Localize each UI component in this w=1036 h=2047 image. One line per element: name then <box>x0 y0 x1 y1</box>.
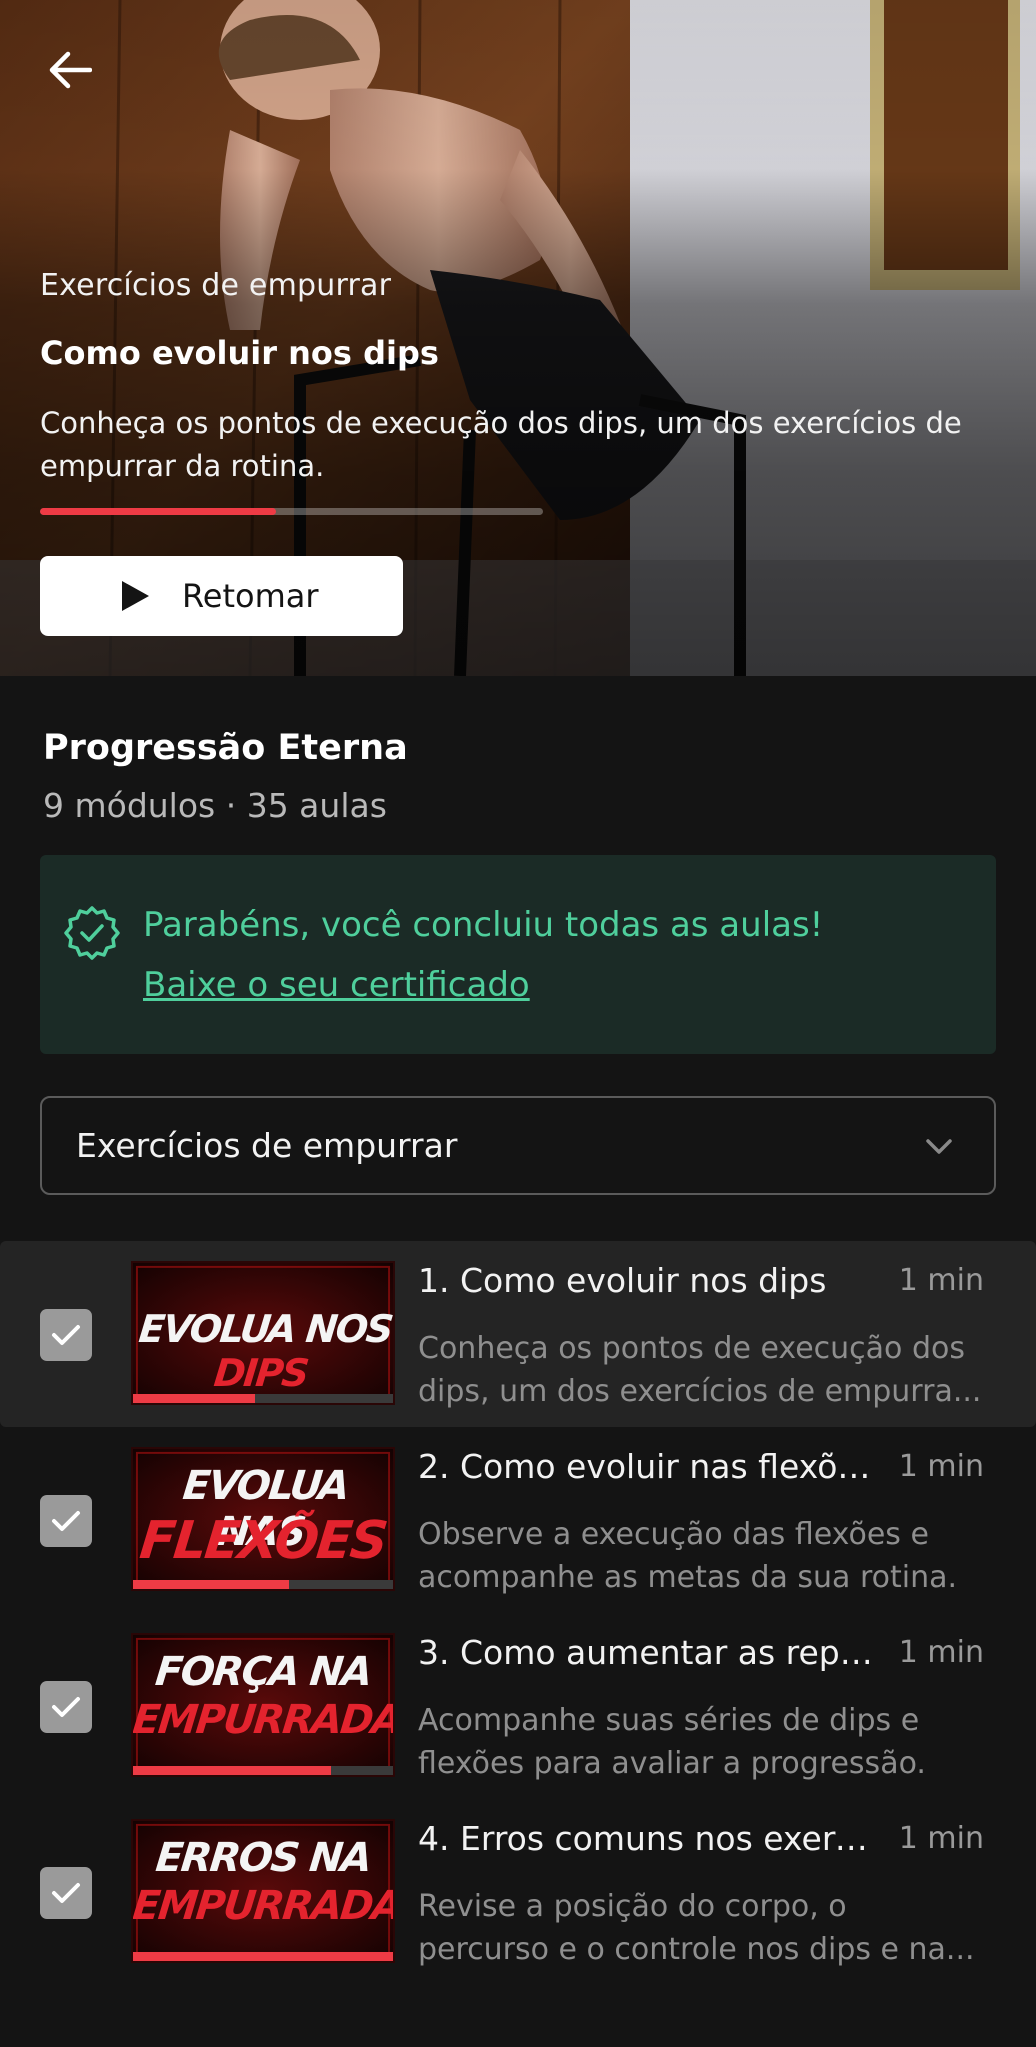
lesson-title: 4. Erros comuns nos exercí... <box>418 1819 873 1858</box>
check-icon <box>52 1325 80 1345</box>
check-icon <box>52 1697 80 1717</box>
lesson-progress-bar <box>133 1952 393 1961</box>
arrow-left-icon <box>49 51 92 89</box>
lesson-description-line-2: acompanhe as metas da sua rotina. <box>418 1560 958 1595</box>
lesson-description: Observe a execução das flexões e acompan… <box>418 1513 990 1599</box>
lesson-description-line-1: Conheça os pontos de execução dos <box>418 1331 965 1366</box>
lesson-row[interactable]: EVOLUA NAS FLEXÕES 2. Como evoluir nas f… <box>0 1427 1036 1613</box>
lesson-description: Revise a posição do corpo, o percurso e … <box>418 1885 990 1971</box>
hero-progress-bar <box>40 508 543 515</box>
thumbnail-line-2: EMPURRADA <box>131 1883 395 1929</box>
lesson-row[interactable]: FORÇA NA EMPURRADA 3. Como aumentar as r… <box>0 1613 1036 1799</box>
thumbnail-text-white: EVOLUA NOS <box>136 1307 394 1351</box>
lesson-description-line-1: Revise a posição do corpo, o <box>418 1889 847 1924</box>
lesson-complete-checkbox[interactable] <box>40 1867 92 1919</box>
lesson-title: 2. Como evoluir nas flexões <box>418 1447 873 1486</box>
lesson-thumbnail[interactable]: EVOLUA NAS FLEXÕES <box>131 1447 395 1591</box>
thumbnail-line-1: ERROS NA <box>153 1835 373 1881</box>
lesson-thumbnail[interactable]: EVOLUA NOS DIPS <box>131 1261 395 1405</box>
lesson-description-line-1: Acompanhe suas séries de dips e <box>418 1703 920 1738</box>
module-select-value: Exercícios de empurrar <box>76 1126 458 1165</box>
lesson-duration: 1 min <box>898 1635 984 1670</box>
lesson-description: Acompanhe suas séries de dips e flexões … <box>418 1699 990 1785</box>
badge-check-icon <box>64 906 120 960</box>
lesson-complete-checkbox[interactable] <box>40 1309 92 1361</box>
lesson-complete-checkbox[interactable] <box>40 1495 92 1547</box>
lesson-duration: 1 min <box>898 1449 984 1484</box>
lesson-row[interactable]: ERROS NA EMPURRADA 4. Erros comuns nos e… <box>0 1799 1036 1985</box>
lesson-progress-bar <box>133 1766 393 1775</box>
course-title: Progressão Eterna <box>43 728 408 768</box>
course-meta: 9 módulos · 35 aulas <box>43 786 387 825</box>
hero-progress-fill <box>40 508 277 515</box>
lesson-thumbnail[interactable]: ERROS NA EMPURRADA <box>131 1819 395 1963</box>
completion-banner: Parabéns, você concluiu todas as aulas! … <box>40 855 996 1054</box>
check-icon <box>52 1883 80 1903</box>
lesson-progress-fill <box>133 1580 289 1589</box>
completion-message: Parabéns, você concluiu todas as aulas! <box>143 905 824 945</box>
lesson-thumbnail[interactable]: FORÇA NA EMPURRADA <box>131 1633 395 1777</box>
lesson-complete-checkbox[interactable] <box>40 1681 92 1733</box>
thumbnail-text-red: DIPS <box>211 1351 310 1395</box>
module-select[interactable]: Exercícios de empurrar <box>40 1096 996 1195</box>
lesson-description-line-2: percurso e o controle nos dips e na... <box>418 1932 975 1967</box>
resume-button-label: Retomar <box>182 577 319 615</box>
thumbnail-line-2: EMPURRADA <box>131 1697 395 1743</box>
lesson-description-line-2: dips, um dos exercícios de empurra... <box>418 1374 982 1409</box>
lesson-duration: 1 min <box>898 1263 984 1298</box>
back-button[interactable] <box>38 38 102 102</box>
chevron-down-icon <box>926 1139 952 1154</box>
lesson-progress-fill <box>133 1394 256 1403</box>
lesson-title: 1. Como evoluir nos dips <box>418 1261 827 1300</box>
lesson-list: EVOLUA NOS DIPS 1. Como evoluir nos dips… <box>0 1241 1036 1985</box>
hero-module-name: Exercícios de empurrar <box>40 268 392 303</box>
hero-video[interactable]: Exercícios de empurrar Como evoluir nos … <box>0 0 1036 676</box>
lesson-page: Exercícios de empurrar Como evoluir nos … <box>0 0 1036 2047</box>
download-certificate-link[interactable]: Baixe o seu certificado <box>143 965 530 1005</box>
hero-lesson-title: Como evoluir nos dips <box>40 334 439 372</box>
lesson-row[interactable]: EVOLUA NOS DIPS 1. Como evoluir nos dips… <box>0 1241 1036 1427</box>
lesson-description-line-2: flexões para avaliar a progressão. <box>418 1746 926 1781</box>
play-icon <box>122 581 149 611</box>
resume-button[interactable]: Retomar <box>40 556 403 636</box>
lesson-duration: 1 min <box>898 1821 984 1856</box>
lesson-title: 3. Como aumentar as repet... <box>418 1633 873 1672</box>
lesson-description: Conheça os pontos de execução dos dips, … <box>418 1327 990 1413</box>
check-icon <box>52 1511 80 1531</box>
lesson-progress-bar <box>133 1580 393 1589</box>
lesson-progress-fill <box>133 1952 393 1961</box>
thumbnail-line-2: FLEXÕES <box>137 1511 389 1571</box>
thumbnail-line-1: FORÇA NA <box>153 1649 373 1695</box>
lesson-progress-bar <box>133 1394 393 1403</box>
lesson-progress-fill <box>133 1766 331 1775</box>
hero-lesson-description: Conheça os pontos de execução dos dips, … <box>40 406 962 483</box>
thumbnail-line-1: EVOLUA NOS DIPS <box>133 1307 394 1395</box>
lesson-description-line-1: Observe a execução das flexões e <box>418 1517 929 1552</box>
